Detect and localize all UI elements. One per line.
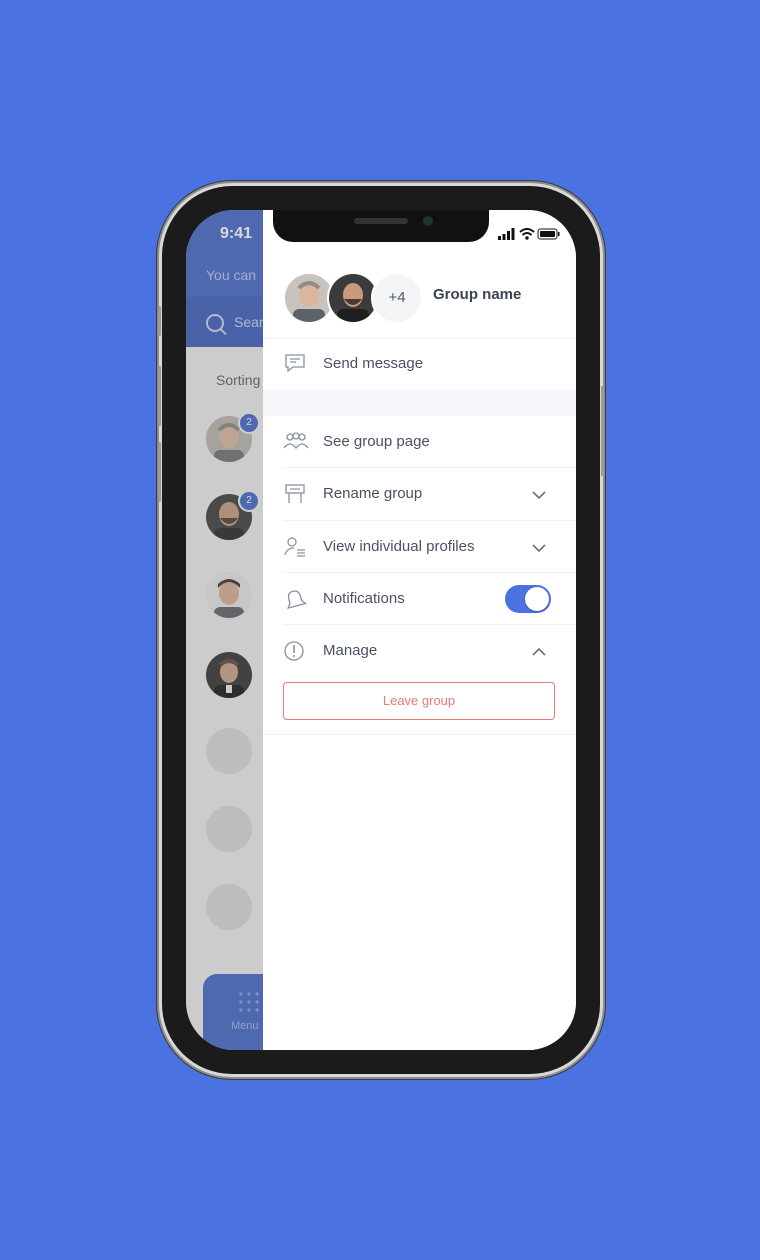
menu-item-rename-group[interactable]: Rename group (283, 468, 555, 520)
group-icon (283, 431, 309, 453)
speaker (354, 218, 408, 224)
chevron-down-icon[interactable] (531, 487, 547, 503)
phone-frame: 9:41 You can Sear Sorting 2 2 Menu +4 Gr… (158, 186, 604, 1074)
group-header[interactable]: +4 Group name (283, 272, 563, 324)
notch (273, 210, 489, 242)
power-button (601, 386, 604, 476)
send-message-label: Send message (323, 355, 424, 372)
menu-item-label: See group page (323, 433, 430, 450)
send-message-button[interactable]: Send message (283, 338, 555, 390)
section-spacer (263, 390, 576, 416)
battery-icon (537, 228, 560, 240)
menu-item-see-group-page[interactable]: See group page (283, 416, 555, 468)
menu-item-label: Rename group (323, 485, 423, 502)
rename-icon (283, 483, 307, 505)
bell-icon (283, 588, 307, 610)
status-icons (498, 228, 560, 240)
menu-item-label: Notifications (323, 590, 405, 607)
chevron-down-icon[interactable] (531, 540, 547, 556)
volume-down-button (158, 442, 161, 502)
phone-screen: 9:41 You can Sear Sorting 2 2 Menu +4 Gr… (186, 210, 576, 1050)
front-camera (423, 216, 433, 226)
menu-item-manage[interactable]: Manage (283, 625, 555, 677)
extra-members-count: +4 (371, 272, 423, 324)
leave-group-button[interactable]: Leave group (283, 682, 555, 720)
wifi-icon (519, 228, 535, 240)
toggle-knob (525, 587, 549, 611)
notifications-toggle[interactable] (505, 585, 551, 613)
menu-item-notifications[interactable]: Notifications (283, 573, 555, 625)
mute-switch (158, 306, 161, 336)
group-drawer: +4 Group name Send message See group pag… (263, 210, 576, 1050)
message-icon (283, 353, 307, 375)
menu-item-view-profiles[interactable]: View individual profiles (283, 521, 555, 573)
chevron-up-icon[interactable] (531, 644, 547, 660)
menu-item-label: View individual profiles (323, 538, 475, 555)
volume-up-button (158, 366, 161, 426)
group-name: Group name (433, 286, 522, 303)
profile-list-icon (283, 536, 307, 558)
signal-icon (498, 228, 515, 240)
menu-item-label: Manage (323, 642, 378, 659)
info-icon (283, 640, 307, 662)
divider (263, 734, 576, 735)
